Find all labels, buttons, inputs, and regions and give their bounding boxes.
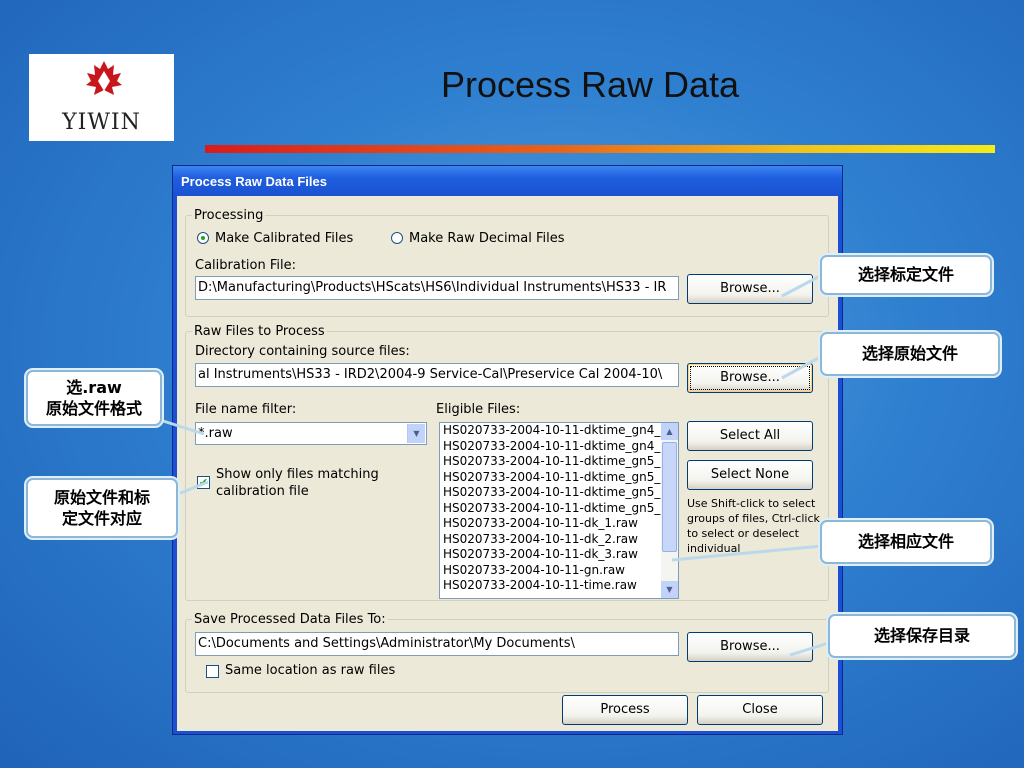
show-only-label[interactable]: Show only files matching calibration fil… [216,466,396,500]
list-item[interactable]: HS020733-2004-10-11-dk_3.raw [440,547,678,563]
list-item[interactable]: HS020733-2004-10-11-dktime_gn4_2 [440,439,678,455]
file-list-scrollbar[interactable]: ▲ ▼ [661,423,678,598]
calibration-file-input[interactable]: D:\Manufacturing\Products\HScats\HS6\Ind… [195,276,679,300]
list-item[interactable]: HS020733-2004-10-11-dktime_gn5_2 [440,470,678,486]
filter-combo[interactable]: *.raw ▼ [195,422,427,445]
select-none-button[interactable]: Select None [687,460,813,490]
radio-raw-decimal-label[interactable]: Make Raw Decimal Files [409,231,565,246]
same-location-label[interactable]: Same location as raw files [225,663,395,678]
eligible-files-list[interactable]: HS020733-2004-10-11-dktime_gn4_1 HS020733… [439,422,679,599]
callout-select-save-dir: 选择保存目录 [828,614,1016,658]
callout-select-calibration: 选择标定文件 [820,255,992,295]
scroll-down-icon[interactable]: ▼ [661,581,678,598]
filter-value: *.raw [198,426,233,441]
process-button[interactable]: Process [562,695,688,725]
dialog-titlebar[interactable]: Process Raw Data Files [173,166,842,196]
save-legend: Save Processed Data Files To: [194,612,386,627]
list-item[interactable]: HS020733-2004-10-11-dktime_gn5_1 [440,454,678,470]
list-item[interactable]: HS020733-2004-10-11-dktime_gn5_3 [440,485,678,501]
slide-title: Process Raw Data [440,64,740,105]
list-item[interactable]: HS020733-2004-10-11-dk_1.raw [440,516,678,532]
list-item[interactable]: HS020733-2004-10-11-dk_2.raw [440,532,678,548]
raw-files-legend: Raw Files to Process [194,324,325,339]
dialog-client: Processing Make Calibrated Files Make Ra… [177,196,838,731]
callout-raw-format-line1: 选.raw [66,378,122,397]
dialog-title: Process Raw Data Files [181,174,327,189]
directory-label: Directory containing source files: [195,344,410,359]
directory-input[interactable]: al Instruments\HS33 - IRD2\2004-9 Servic… [195,363,679,387]
chevron-down-icon[interactable]: ▼ [407,424,425,443]
selection-hint: Use Shift-click to select groups of file… [687,497,820,555]
list-item[interactable]: HS020733-2004-10-11-dktime_gn4_1 [440,423,678,439]
dialog-window: Process Raw Data Files Processing Make C… [172,165,843,735]
calibration-browse-button[interactable]: Browse... [687,274,813,304]
calibration-file-label: Calibration File: [195,258,296,273]
filter-label: File name filter: [195,402,297,417]
radio-calibrated-label[interactable]: Make Calibrated Files [215,231,353,246]
scroll-up-icon[interactable]: ▲ [661,423,678,440]
radio-raw-decimal[interactable] [391,232,403,244]
show-only-checkbox[interactable]: ✔ [197,476,210,489]
save-path-input[interactable]: C:\Documents and Settings\Administrator\… [195,632,679,656]
callout-file-match-line2: 定文件对应 [61,509,142,528]
scroll-thumb[interactable] [662,442,677,552]
callout-file-match-line1: 原始文件和标 [53,488,150,507]
callout-raw-format: 选.raw 原始文件格式 [26,370,162,426]
directory-browse-button[interactable]: Browse... [687,363,813,393]
radio-calibrated[interactable] [197,232,209,244]
save-browse-button[interactable]: Browse... [687,632,813,662]
title-rule [205,145,995,153]
processing-legend: Processing [194,208,264,223]
list-item[interactable]: HS020733-2004-10-11-gn.raw [440,563,678,579]
logo-text: YIWIN [62,110,141,135]
eligible-files-label: Eligible Files: [436,402,521,417]
callout-select-matching: 选择相应文件 [820,520,992,564]
close-button[interactable]: Close [697,695,823,725]
list-item[interactable]: HS020733-2004-10-11-time.raw [440,578,678,594]
select-all-button[interactable]: Select All [687,421,813,451]
callout-file-match: 原始文件和标 定文件对应 [26,478,178,538]
maple-leaf-icon [86,61,122,95]
list-item[interactable]: HS020733-2004-10-11-dktime_gn5_4 [440,501,678,517]
same-location-checkbox[interactable] [206,665,219,678]
logo: YIWIN [29,54,174,141]
callout-raw-format-line2: 原始文件格式 [45,399,142,418]
callout-select-raw: 选择原始文件 [820,332,1000,376]
